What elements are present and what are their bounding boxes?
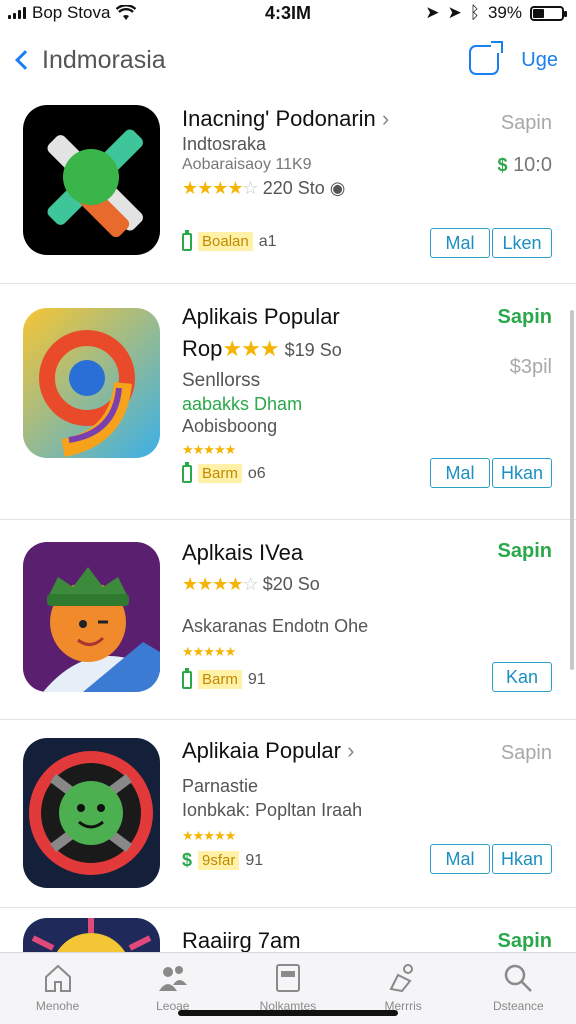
rating-row: ★★★★☆ 220 Sto ◉ xyxy=(182,178,346,198)
scrollbar[interactable] xyxy=(570,310,574,670)
app-subtitle: Senllorss xyxy=(182,370,261,391)
signal-icon xyxy=(8,7,26,19)
tab-search[interactable]: Dsteance xyxy=(468,961,568,1024)
rating-row: ★★★★☆ $20 So xyxy=(182,574,320,594)
price-secondary: $ 10:0 xyxy=(497,154,552,176)
globe-icon: ◉ xyxy=(329,178,346,198)
action-buttons: Kan xyxy=(492,662,552,692)
dollar-icon: $ xyxy=(182,850,193,870)
app-category: Ionbkak: Popltan Iraah xyxy=(182,800,363,820)
small-rating: ★★★★★ xyxy=(182,442,236,457)
home-indicator[interactable] xyxy=(178,1010,398,1016)
status-badge: Barm xyxy=(198,464,242,483)
status-right: ➤ ➤ ᛒ 39% xyxy=(425,3,567,23)
list-item[interactable]: Aplikais Popular Rop★★★ $19 So Senllorss… xyxy=(0,284,576,520)
app-title-2: Rop★★★ $19 So xyxy=(182,336,342,361)
battery-level-icon xyxy=(182,461,192,483)
badge-row: Barm o6 xyxy=(182,461,266,483)
list-item[interactable]: Inacning' Podonarin › Indtosraka Aobarai… xyxy=(0,92,576,284)
carrier-label: Bop Stova xyxy=(32,3,111,22)
mal-button[interactable]: Mal xyxy=(429,844,490,874)
green-virus-icon xyxy=(23,738,160,888)
badge-count: o6 xyxy=(247,464,266,482)
badge-row: $ 9sfar 91 xyxy=(182,850,263,871)
nav-action-button[interactable]: Uge xyxy=(521,49,558,72)
app-subtitle: Askaranas Endotn Ohe xyxy=(182,616,369,636)
location-icon: ➤ xyxy=(425,3,440,22)
badge-count: 91 xyxy=(247,670,266,688)
status-badge: Barm xyxy=(198,670,242,689)
small-rating: ★★★★★ xyxy=(182,644,236,659)
number-nine-icon xyxy=(23,308,160,458)
helmet-character-icon xyxy=(23,542,160,692)
tab-bar: Menohe Leoae Nolkamtes Merrris Dsteance xyxy=(0,952,576,1024)
status-bar: Bop Stova 4:3IM ➤ ➤ ᛒ 39% xyxy=(0,0,576,26)
battery-level-icon xyxy=(182,667,192,689)
status-badge: Boalan xyxy=(198,232,253,251)
rating-stars: ★★★ xyxy=(222,336,279,361)
status-badge: 9sfar xyxy=(198,851,240,870)
search-icon xyxy=(505,964,533,992)
small-rating: ★★★★★ xyxy=(182,828,236,843)
tab-label: Menohe xyxy=(35,999,80,1013)
app-developer: Aobisboong xyxy=(182,416,278,436)
back-button[interactable]: Indmorasia xyxy=(10,46,166,75)
badge-row: Barm 91 xyxy=(182,667,266,689)
open-button[interactable]: Hkan xyxy=(491,458,552,488)
price-label: Sapin xyxy=(497,306,552,328)
badge-count: a1 xyxy=(258,232,277,250)
app-title: Aplkais IVea xyxy=(182,540,304,565)
bluetooth-icon: ᛒ xyxy=(469,3,480,22)
badge-row: Boalan a1 xyxy=(182,229,277,251)
people-icon xyxy=(158,966,187,991)
app-title: Raaiirg 7am xyxy=(182,928,301,953)
home-icon xyxy=(44,964,71,992)
mal-button[interactable]: Mal xyxy=(430,228,490,258)
badge-count: 91 xyxy=(245,851,264,869)
dollar-icon: $ xyxy=(497,155,508,175)
battery-percent: 39% xyxy=(487,3,522,22)
action-buttons: Mal Hkan xyxy=(429,458,552,488)
rating-stars: ★★★★☆ xyxy=(182,178,259,198)
share-icon[interactable] xyxy=(469,45,500,75)
open-button[interactable]: Hkan xyxy=(491,844,552,874)
price-label: Sapin xyxy=(497,930,552,952)
location-icon-2: ➤ xyxy=(447,3,462,22)
mal-button[interactable]: Mal xyxy=(429,458,490,488)
action-buttons: Mal Hkan xyxy=(429,844,552,874)
price-label: Sapin xyxy=(497,540,552,562)
action-buttons: Mal Lken xyxy=(430,228,552,258)
rating-stars: ★★★★☆ xyxy=(182,574,259,594)
x-shape-icon xyxy=(23,105,160,255)
list-item[interactable]: Aplkais IVea ★★★★☆ $20 So Askaranas Endo… xyxy=(0,520,576,720)
battery-level-icon xyxy=(182,229,192,251)
nav-bar: Indmorasia Uge xyxy=(0,38,576,82)
battery-icon xyxy=(530,5,567,21)
app-title: Aplikaia Popular › xyxy=(182,738,355,763)
app-subtitle: Indtosraka xyxy=(182,134,267,154)
app-title: Aplikais Popular xyxy=(182,304,340,329)
app-title: Inacning' Podonarin › xyxy=(182,106,390,131)
tab-label: Dsteance xyxy=(492,999,544,1013)
app-developer: Aobaraisaoy 11K9 xyxy=(182,156,312,173)
tab-home[interactable]: Menohe xyxy=(8,961,108,1024)
open-button[interactable]: Lken xyxy=(492,228,552,258)
nav-right: Uge xyxy=(469,45,558,75)
open-button[interactable]: Kan xyxy=(492,662,552,692)
chevron-left-icon xyxy=(15,50,35,70)
document-icon xyxy=(275,964,300,992)
pin-icon xyxy=(389,964,414,993)
app-category: aabakks Dham xyxy=(182,394,303,414)
price-secondary: $3pil xyxy=(509,356,552,378)
list-item[interactable]: Aplikaia Popular › Parnastie Ionbkak: Po… xyxy=(0,720,576,908)
status-left: Bop Stova xyxy=(8,3,137,23)
app-subtitle: Parnastie xyxy=(182,776,259,796)
back-label: Indmorasia xyxy=(42,45,166,74)
wifi-icon xyxy=(116,5,137,20)
price-label: Sapin xyxy=(500,742,552,764)
price-label: Sapin xyxy=(500,112,552,134)
